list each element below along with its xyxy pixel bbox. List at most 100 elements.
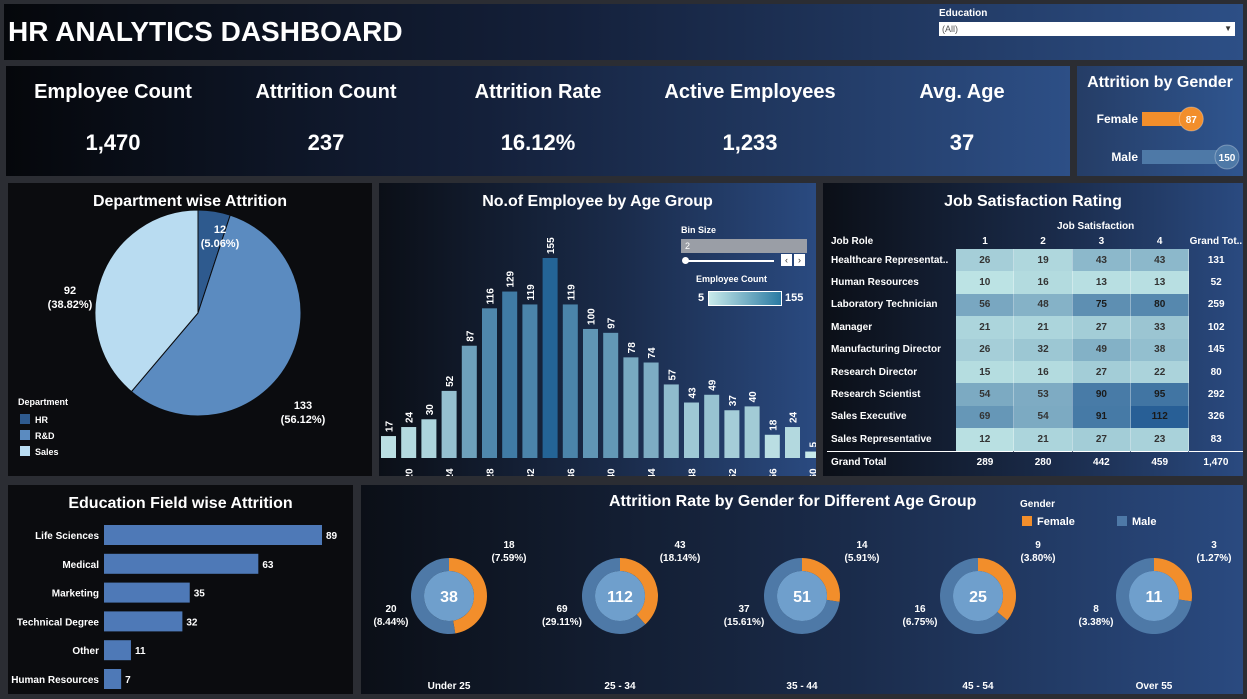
donut-total: 11 xyxy=(1146,589,1163,606)
education-filter-label: Education xyxy=(939,8,988,19)
kpi-attrition-rate: Attrition Rate 16.12% xyxy=(438,66,638,156)
kpi-value: 237 xyxy=(307,130,345,155)
edu-value-label: 89 xyxy=(326,531,338,542)
age-bar-label: 18 xyxy=(768,419,779,431)
age-bar-label: 119 xyxy=(566,284,577,301)
table-row: Research Scientist 54 53 90 95 292 xyxy=(827,383,1243,406)
age-bar-label: 30 xyxy=(425,404,436,416)
age-bar-label: 37 xyxy=(728,395,739,407)
age-tick-label: 60 xyxy=(809,468,816,476)
table-row: Sales Representative 12 21 27 23 83 xyxy=(827,428,1243,452)
job-role-cell: Research Director xyxy=(831,366,918,378)
age-group-label: 45 - 54 xyxy=(962,681,994,692)
age-bar-label: 97 xyxy=(607,317,618,329)
rating-cell: 112 xyxy=(1130,405,1190,429)
age-tick-label: 44 xyxy=(647,468,658,476)
col-header: 3 xyxy=(1098,235,1105,247)
donut-female-value: 9 xyxy=(1035,540,1041,551)
donut-male-value: 8 xyxy=(1093,604,1099,615)
donut-total: 51 xyxy=(793,589,811,606)
age-bar-label: 74 xyxy=(647,347,658,359)
age-bar-label: 24 xyxy=(405,411,416,423)
age-bar-label: 57 xyxy=(667,369,678,381)
age-bar xyxy=(724,410,740,458)
legend-swatch xyxy=(20,446,30,456)
donut-male-value: 69 xyxy=(556,604,568,615)
page-title: HR ANALYTICS DASHBOARD xyxy=(8,16,403,47)
column-group-header: Job Satisfaction xyxy=(1057,221,1135,232)
legend-swatch xyxy=(20,430,30,440)
age-bar xyxy=(684,402,699,458)
rating-cell: 21 xyxy=(956,316,1015,339)
education-filter-value: (All) xyxy=(942,24,958,34)
grand-total-cell: 289 xyxy=(956,450,1014,474)
pie-value-label: 92 xyxy=(64,285,76,297)
age-tick-label: 40 xyxy=(607,468,618,476)
age-bar xyxy=(502,291,518,458)
edu-value-label: 7 xyxy=(125,675,131,686)
age-group-label: Under 25 xyxy=(428,681,471,692)
rating-cell: 54 xyxy=(1013,405,1073,429)
edu-category-label: Life Sciences xyxy=(35,531,99,542)
age-tick-label: 24 xyxy=(445,468,456,476)
kpi-label: Attrition Rate xyxy=(474,81,602,103)
table-row: Human Resources 10 16 13 13 52 xyxy=(827,271,1243,294)
age-bar xyxy=(623,357,639,458)
grand-total-cell: 459 xyxy=(1130,450,1189,474)
education-bar-chart: Life Sciences 89 Medical 63 Marketing 35 Techn… xyxy=(11,525,338,689)
job-role-cell: Research Scientist xyxy=(831,389,921,401)
job-role-cell: Healthcare Representat.. xyxy=(831,254,949,266)
age-bar xyxy=(522,304,538,458)
age-bar xyxy=(381,436,396,458)
edu-category-label: Medical xyxy=(62,560,99,571)
rating-cell: 38 xyxy=(1130,338,1190,361)
age-bar-label: 17 xyxy=(385,421,396,433)
age-tick-label: 52 xyxy=(728,468,739,476)
gender-panel: Attrition by Gender Female 87 Male 150 xyxy=(1077,66,1243,176)
donut-male-pct: (15.61%) xyxy=(724,617,765,628)
pie-pct-label: (38.82%) xyxy=(48,299,93,311)
age-bar xyxy=(401,427,417,458)
donut-male-pct: (29.11%) xyxy=(542,617,582,628)
col-header: 4 xyxy=(1156,235,1163,247)
grand-total-cell: 1,470 xyxy=(1188,450,1243,474)
education-filter-dropdown[interactable]: (All) ▼ xyxy=(939,22,1235,36)
age-group-label: Over 55 xyxy=(1136,681,1173,692)
age-tick-label: 20 xyxy=(405,468,416,476)
age-bar xyxy=(785,427,800,458)
age-tick-label: 36 xyxy=(566,468,577,476)
edu-bar xyxy=(104,582,190,603)
age-bar-label: 155 xyxy=(546,237,557,254)
row-header: Job Role xyxy=(831,235,874,247)
edu-bar xyxy=(104,553,259,574)
donut-male-pct: (3.38%) xyxy=(1078,617,1113,628)
age-bar xyxy=(704,394,720,458)
gender-value: 87 xyxy=(1186,115,1198,126)
age-group-panel: No.of Employee by Age Group Bin Size 2 ‹… xyxy=(379,183,816,476)
rating-cell: 27 xyxy=(1072,316,1132,339)
rating-cell: 26 xyxy=(956,338,1015,361)
donut-male-value: 37 xyxy=(738,604,750,615)
donut-male-pct: (6.75%) xyxy=(902,617,937,628)
age-bar xyxy=(421,419,437,458)
edu-bar xyxy=(104,669,122,689)
age-bar-label: 87 xyxy=(465,330,476,342)
table-row: Laboratory Technician 56 48 75 80 259 xyxy=(827,293,1243,317)
col-header: 1 xyxy=(982,235,988,247)
edu-category-label: Human Resources xyxy=(11,675,99,686)
edu-bar xyxy=(104,611,183,632)
job-role-cell: Sales Representative xyxy=(831,433,932,445)
age-bar xyxy=(603,332,619,458)
gender-bar xyxy=(1142,150,1227,164)
job-role-cell: Manufacturing Director xyxy=(831,344,942,356)
rating-cell: 10 xyxy=(956,271,1015,294)
rating-cell: 91 xyxy=(1072,405,1132,429)
legend-title: Department xyxy=(18,397,68,407)
kpi-value: 16.12% xyxy=(500,130,576,155)
age-group-label: 35 - 44 xyxy=(786,681,818,692)
donut-female-value: 18 xyxy=(503,540,515,551)
age-bar xyxy=(583,328,598,458)
kpi-panel: Employee Count 1,470 Attrition Count 237… xyxy=(6,66,1070,176)
age-bar-label: 43 xyxy=(688,387,699,399)
rating-cell: 27 xyxy=(1072,428,1132,452)
